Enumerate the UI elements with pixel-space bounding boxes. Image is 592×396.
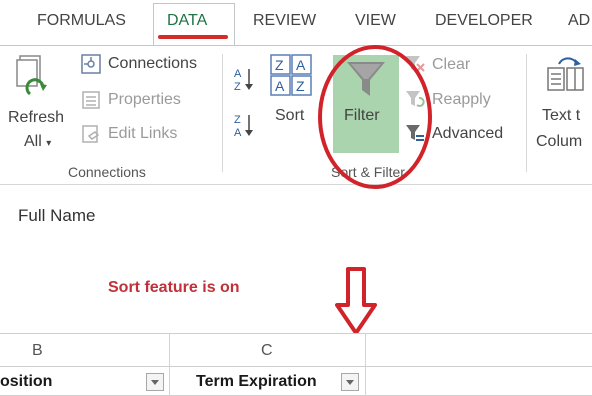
svg-text:A: A (296, 57, 306, 73)
edit-links-icon (82, 125, 100, 143)
refresh-all-icon[interactable] (16, 54, 48, 100)
properties-button[interactable]: Properties (108, 92, 181, 108)
tab-view[interactable]: VIEW (355, 12, 396, 30)
connections-group-label: Connections (68, 164, 146, 180)
group-divider (222, 54, 223, 172)
clear-button[interactable]: Clear (432, 57, 470, 73)
svg-text:Z: Z (275, 57, 284, 73)
chevron-down-icon: ▾ (46, 138, 52, 149)
connections-button[interactable]: Connections (108, 56, 197, 72)
down-arrow-icon (335, 267, 377, 335)
refresh-all-text: All (24, 133, 42, 150)
column-header-c[interactable]: C (261, 342, 273, 360)
ribbon-tabs: FORMULAS DATA REVIEW VIEW DEVELOPER AD (0, 0, 592, 46)
sort-button[interactable]: Sort (275, 108, 304, 124)
svg-text:Z: Z (234, 114, 241, 126)
properties-icon (82, 91, 100, 109)
edit-links-button[interactable]: Edit Links (108, 126, 177, 142)
tab-developer[interactable]: DEVELOPER (435, 12, 533, 30)
header-cell-term-expiration[interactable]: Term Expiration (196, 373, 317, 391)
column-divider (365, 334, 366, 367)
sort-z-a-icon[interactable]: Z A (233, 112, 255, 138)
column-headers: B C (0, 333, 592, 367)
table-header-row: osition Term Expiration (0, 366, 592, 396)
svg-text:A: A (234, 127, 242, 138)
column-divider (365, 367, 366, 396)
connections-icon[interactable] (81, 54, 101, 74)
column-divider (169, 367, 170, 396)
refresh-label[interactable]: Refresh (8, 110, 64, 126)
ribbon-panel: Refresh All ▾ Connections Properties Edi… (0, 45, 592, 189)
tab-review[interactable]: REVIEW (253, 12, 316, 30)
sort-a-z-icon[interactable]: A Z (233, 66, 255, 92)
text-to-columns-icon[interactable] (545, 56, 585, 96)
svg-text:A: A (275, 78, 285, 94)
annotation-note: Sort feature is on (108, 279, 240, 296)
refresh-all-label[interactable]: All ▾ (24, 134, 51, 150)
reapply-button[interactable]: Reapply (432, 92, 491, 108)
column-header-b[interactable]: B (32, 342, 43, 360)
tab-data[interactable]: DATA (167, 12, 207, 30)
group-divider (526, 54, 527, 172)
text-to-columns-label-2[interactable]: Colum (536, 134, 582, 150)
svg-text:Z: Z (234, 81, 241, 92)
svg-text:A: A (234, 68, 242, 80)
cell-full-name[interactable]: Full Name (18, 206, 95, 226)
header-cell-position[interactable]: osition (0, 373, 52, 391)
filter-highlight-ellipse (318, 45, 432, 189)
text-to-columns-label-1[interactable]: Text t (542, 108, 580, 124)
tab-formulas[interactable]: FORMULAS (37, 12, 126, 30)
term-expiration-filter-dropdown[interactable] (341, 373, 359, 391)
column-divider (169, 334, 170, 367)
tab-data-red-underline (158, 35, 228, 39)
advanced-button[interactable]: Advanced (432, 126, 503, 142)
position-filter-dropdown[interactable] (146, 373, 164, 391)
tab-addins[interactable]: AD (568, 12, 590, 30)
sort-dialog-icon[interactable]: Z A A Z (270, 54, 312, 96)
svg-text:Z: Z (296, 78, 305, 94)
